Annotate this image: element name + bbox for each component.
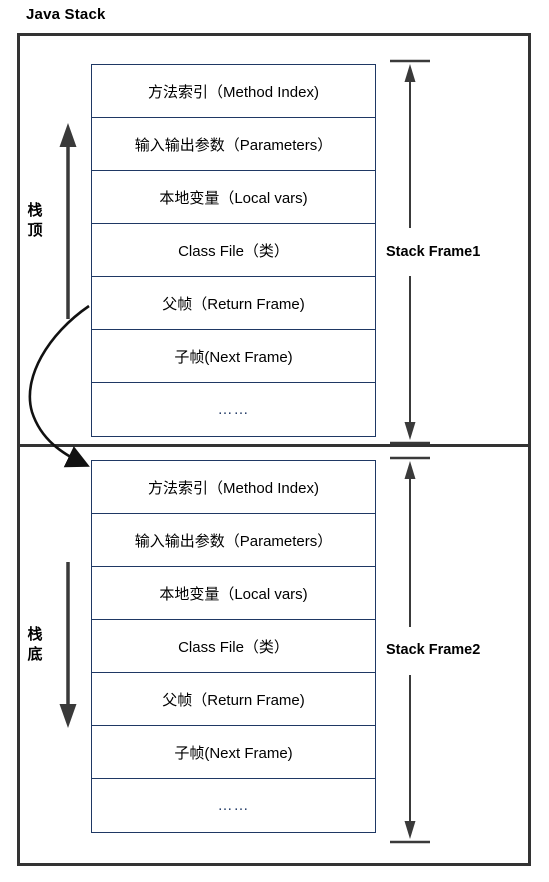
stack-bottom-direction-indicator: 栈底 (18, 560, 90, 730)
page-title: Java Stack (26, 6, 106, 23)
slot-row-ellipsis: …… (217, 797, 250, 814)
arrow-down-icon (56, 560, 80, 730)
stack-frame-2-region: 栈底 方法索引（Method Index) 输入输出参数（Parameters）… (0, 447, 549, 866)
slot-row-return-frame: 父帧（Return Frame) (92, 277, 375, 330)
slot-row-class-file: Class File（类） (92, 620, 375, 673)
slot-row-parameters: 输入输出参数（Parameters） (92, 514, 375, 567)
slot-row-next-frame: 子帧(Next Frame) (92, 330, 375, 383)
slot-row-method-index: 方法索引（Method Index) (92, 461, 375, 514)
slot-row-local-vars: 本地变量（Local vars) (92, 171, 375, 224)
slot-row-local-vars: 本地变量（Local vars) (92, 567, 375, 620)
slot-row-ellipsis: …… (217, 401, 250, 418)
slot-row-next-frame: 子帧(Next Frame) (92, 726, 375, 779)
slot-row-return-frame: 父帧（Return Frame) (92, 673, 375, 726)
stack-frame-1-region: 栈顶 方法索引（Method Index) 输入输出参数（Parameters）… (0, 36, 549, 446)
stack-frame-2-label: Stack Frame2 (386, 642, 481, 658)
stack-frame-1-slot-table: 方法索引（Method Index) 输入输出参数（Parameters） 本地… (91, 64, 376, 437)
stack-frame-2-slot-table: 方法索引（Method Index) 输入输出参数（Parameters） 本地… (91, 460, 376, 833)
stack-frame-1-label: Stack Frame1 (386, 244, 481, 260)
stack-top-direction-indicator: 栈顶 (18, 121, 90, 321)
slot-row-class-file: Class File（类） (92, 224, 375, 277)
stack-frame-1-measure: Stack Frame1 (386, 58, 536, 446)
stack-bottom-label: 栈底 (27, 625, 43, 663)
slot-row-method-index: 方法索引（Method Index) (92, 65, 375, 118)
stack-top-label: 栈顶 (27, 201, 43, 239)
arrow-up-icon (56, 121, 80, 321)
stack-frame-2-measure: Stack Frame2 (386, 455, 536, 845)
slot-row-parameters: 输入输出参数（Parameters） (92, 118, 375, 171)
